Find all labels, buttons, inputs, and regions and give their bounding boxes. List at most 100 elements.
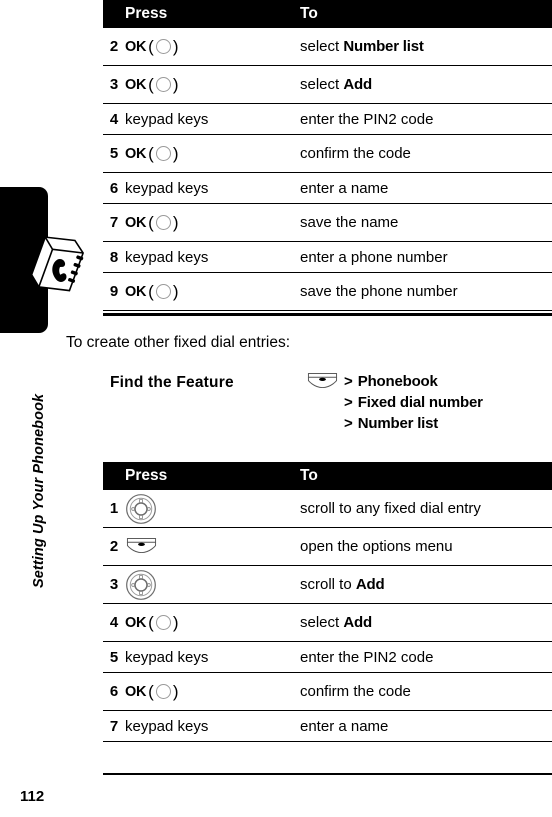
column-header-number <box>103 0 125 28</box>
find-the-feature-label: Find the Feature <box>110 374 234 391</box>
ok-key-label: OK <box>125 283 147 300</box>
row-to-cell: enter a name <box>300 172 552 204</box>
row-press-cell: OK() <box>125 672 300 711</box>
feature-path-item[interactable]: Phonebook <box>358 373 438 390</box>
feature-path-item[interactable]: Fixed dial number <box>358 394 483 411</box>
to-text: confirm the code <box>300 683 411 700</box>
paren-close: ) <box>172 282 179 302</box>
table-header-row: Press To <box>103 462 552 490</box>
menu-key-icon[interactable] <box>125 537 158 556</box>
to-text: confirm the code <box>300 145 411 162</box>
row-press-cell: OK() <box>125 134 300 173</box>
to-text: select <box>300 76 344 93</box>
row-to-cell: confirm the code <box>300 672 552 711</box>
table-row: 3 OK() select Add <box>103 65 552 104</box>
paren-open: ( <box>148 144 154 164</box>
paren-open: ( <box>148 37 154 57</box>
table-row: 4 keypad keys enter the PIN2 code <box>103 103 552 135</box>
select-key-icon <box>155 39 171 55</box>
press-text: keypad keys <box>125 110 209 128</box>
ok-key[interactable]: OK() <box>125 145 181 162</box>
row-to-cell: scroll to any fixed dial entry <box>300 490 552 528</box>
feature-path-row: > Fixed dial number <box>306 393 483 412</box>
paren-close: ) <box>172 144 179 164</box>
table-row: 8 keypad keys enter a phone number <box>103 241 552 273</box>
row-number: 5 <box>103 641 125 673</box>
column-header-press: Press <box>125 0 300 28</box>
paren-close: ) <box>172 613 179 633</box>
ok-key-label: OK <box>125 683 147 700</box>
ok-key[interactable]: OK() <box>125 38 181 55</box>
ok-key[interactable]: OK() <box>125 214 181 231</box>
feature-path-separator: > <box>344 394 353 411</box>
row-number: 4 <box>103 103 125 135</box>
select-key-icon <box>155 215 171 231</box>
to-text: enter the PIN2 code <box>300 110 434 128</box>
to-text: enter the PIN2 code <box>300 648 434 666</box>
row-number: 3 <box>103 65 125 104</box>
row-press-cell: keypad keys <box>125 172 300 204</box>
paren-open: ( <box>148 282 154 302</box>
row-to-cell: save the phone number <box>300 272 552 311</box>
table-row: 6 keypad keys enter a name <box>103 172 552 204</box>
column-header-press: Press <box>125 462 300 490</box>
navigation-wheel-icon[interactable] <box>125 493 157 525</box>
row-number: 6 <box>103 172 125 204</box>
table-row: 3 scroll to Add <box>103 565 552 604</box>
procedure-table-1: Press To 2 OK() select Number list 3 OK() sel… <box>103 0 552 311</box>
procedure-table-2: Press To 1 scroll to any fixed dial entry… <box>103 462 552 742</box>
row-to-cell: enter the PIN2 code <box>300 641 552 673</box>
to-text: open the options menu <box>300 538 453 555</box>
row-press-cell: keypad keys <box>125 103 300 135</box>
feature-path-separator: > <box>344 373 353 390</box>
row-press-cell: OK() <box>125 65 300 104</box>
row-number: 2 <box>103 527 125 566</box>
row-press-cell: keypad keys <box>125 710 300 742</box>
press-text: keypad keys <box>125 248 209 266</box>
page-number: 112 <box>20 788 45 805</box>
table-row: 4 OK() select Add <box>103 603 552 642</box>
press-text: keypad keys <box>125 717 209 735</box>
row-to-cell: scroll to Add <box>300 565 552 604</box>
table-row: 5 OK() confirm the code <box>103 134 552 173</box>
row-press-cell <box>125 490 300 528</box>
to-text: save the name <box>300 214 399 231</box>
row-number: 4 <box>103 603 125 642</box>
row-number: 1 <box>103 490 125 528</box>
to-term: Add <box>355 576 385 593</box>
ok-key[interactable]: OK() <box>125 683 181 700</box>
intro-sentence: To create other fixed dial entries: <box>66 334 291 351</box>
row-to-cell: save the name <box>300 203 552 242</box>
table-row: 9 OK() save the phone number <box>103 272 552 311</box>
navigation-wheel-icon[interactable] <box>125 569 157 601</box>
to-text: select <box>300 38 344 55</box>
row-to-cell: confirm the code <box>300 134 552 173</box>
paren-open: ( <box>148 213 154 233</box>
running-head: Setting Up Your Phonebook <box>31 393 47 588</box>
table-row: 5 keypad keys enter the PIN2 code <box>103 641 552 673</box>
row-number: 9 <box>103 272 125 311</box>
menu-key-icon[interactable] <box>306 372 339 391</box>
ok-key-label: OK <box>125 145 147 162</box>
row-to-cell: enter the PIN2 code <box>300 103 552 135</box>
row-to-cell: select Add <box>300 65 552 104</box>
row-number: 5 <box>103 134 125 173</box>
ok-key[interactable]: OK() <box>125 76 181 93</box>
feature-path-item[interactable]: Number list <box>358 415 439 432</box>
to-term: Add <box>343 614 372 631</box>
select-key-icon <box>155 284 171 300</box>
ok-key[interactable]: OK() <box>125 614 181 631</box>
to-text: select <box>300 614 344 631</box>
column-header-to: To <box>300 0 552 28</box>
to-text: enter a name <box>300 179 389 197</box>
row-to-cell: enter a name <box>300 710 552 742</box>
row-press-cell <box>125 527 300 566</box>
ok-key[interactable]: OK() <box>125 283 181 300</box>
ok-key-label: OK <box>125 76 147 93</box>
ok-key-label: OK <box>125 38 147 55</box>
to-term: Add <box>343 76 372 93</box>
row-press-cell <box>125 565 300 604</box>
feature-path-separator: > <box>344 415 353 432</box>
row-press-cell: OK() <box>125 272 300 311</box>
ok-key-label: OK <box>125 214 147 231</box>
